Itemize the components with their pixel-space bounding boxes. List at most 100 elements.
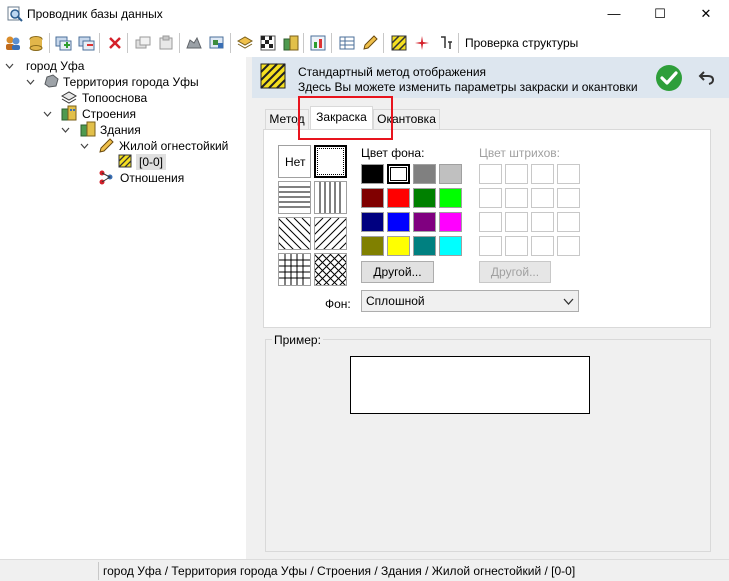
bg-color-swatch[interactable] <box>387 236 410 256</box>
window-title: Проводник базы данных <box>27 7 163 21</box>
marker-icon[interactable] <box>413 34 431 52</box>
hatch-color-swatch <box>505 164 528 184</box>
pattern-diagonal-up-button[interactable] <box>314 217 347 250</box>
bg-color-label: Цвет фона: <box>361 146 425 160</box>
hatch-color-swatch <box>479 188 502 208</box>
map-layer-icon[interactable] <box>208 34 226 52</box>
focus-ring <box>317 148 344 175</box>
hatch-yellow-icon <box>118 154 132 168</box>
layers-icon <box>61 91 77 104</box>
toolbar-separator <box>303 33 304 53</box>
pattern-none-label: Нет <box>285 155 306 169</box>
hatch-color-swatch <box>531 236 554 256</box>
copy-icon[interactable] <box>134 34 152 52</box>
tree-item-topoosnova[interactable]: Топооснова <box>82 90 147 106</box>
collapse-chevron-icon[interactable] <box>80 142 89 151</box>
bg-color-swatch[interactable] <box>361 212 384 232</box>
tree-item-zhiloy[interactable]: Жилой огнестойкий <box>119 138 228 154</box>
bg-color-swatch[interactable] <box>361 164 384 184</box>
chart-icon[interactable] <box>309 34 327 52</box>
minimize-button[interactable]: — <box>591 0 637 29</box>
hatch-style-icon <box>260 63 286 89</box>
buildings-icon <box>61 105 77 121</box>
bg-color-swatch[interactable] <box>387 188 410 208</box>
collapse-chevron-icon[interactable] <box>61 126 70 135</box>
hatch-color-swatch <box>557 164 580 184</box>
bg-color-swatch[interactable] <box>413 212 436 232</box>
bg-color-swatch[interactable] <box>439 236 462 256</box>
add-layer-icon[interactable] <box>54 34 72 52</box>
collapse-chevron-icon[interactable] <box>5 62 14 71</box>
title-bar: Проводник базы данных — ☐ ✕ <box>0 0 729 29</box>
layers-icon[interactable] <box>236 34 254 52</box>
paste-icon[interactable] <box>157 34 175 52</box>
tab-highlight-annotation <box>298 96 393 140</box>
bg-color-swatch[interactable] <box>413 236 436 256</box>
hatch-color-swatch <box>531 164 554 184</box>
pattern-grid-button[interactable] <box>278 253 311 286</box>
hatch-color-swatch <box>557 188 580 208</box>
background-select[interactable]: Сплошной <box>361 290 579 312</box>
checker-icon[interactable] <box>259 34 277 52</box>
table-icon[interactable] <box>338 34 356 52</box>
bg-color-swatch[interactable] <box>439 212 462 232</box>
apply-check-icon[interactable] <box>655 64 683 92</box>
hatch-color-swatch <box>479 164 502 184</box>
tree-item-territory[interactable]: Территория города Уфы <box>63 74 199 90</box>
pattern-none-button[interactable]: Нет <box>278 145 311 178</box>
remove-layer-icon[interactable] <box>77 34 95 52</box>
app-search-icon <box>7 6 23 22</box>
bg-color-swatch[interactable] <box>361 236 384 256</box>
collapse-chevron-icon[interactable] <box>26 78 35 87</box>
bg-color-swatch[interactable] <box>387 212 410 232</box>
toolbar-separator <box>383 33 384 53</box>
territory-icon <box>44 74 59 88</box>
tree-item-gorod-ufa[interactable]: город Уфа <box>26 58 84 74</box>
status-bar: город Уфа / Территория города Уфы / Стро… <box>0 559 729 581</box>
buildings-icon[interactable] <box>282 34 300 52</box>
relations-icon <box>99 170 113 185</box>
terrain-icon[interactable] <box>185 34 203 52</box>
hatch-icon[interactable] <box>390 34 408 52</box>
text-tool-icon[interactable] <box>436 34 454 52</box>
hatch-color-swatch <box>531 188 554 208</box>
example-label: Пример: <box>272 333 323 347</box>
bg-color-swatch[interactable] <box>361 188 384 208</box>
bg-color-swatch[interactable] <box>387 164 410 184</box>
check-structure-button[interactable]: Проверка структуры <box>465 36 578 50</box>
pencil-icon <box>99 138 114 153</box>
database-icon[interactable] <box>27 34 45 52</box>
tree-item-0-0[interactable]: [0-0] <box>136 154 167 170</box>
tree-item-stroeniya[interactable]: Строения <box>82 106 136 122</box>
close-button[interactable]: ✕ <box>683 0 729 29</box>
toolbar-separator <box>99 33 100 53</box>
pattern-solid-button[interactable] <box>314 145 347 178</box>
status-divider <box>98 562 99 580</box>
pattern-horizontal-button[interactable] <box>278 181 311 214</box>
bg-color-swatch[interactable] <box>413 164 436 184</box>
toolbar-separator <box>179 33 180 53</box>
other-bg-color-button[interactable]: Другой... <box>361 261 434 283</box>
hatch-color-swatch <box>557 236 580 256</box>
other-hatch-color-button: Другой... <box>479 261 551 283</box>
delete-icon[interactable] <box>106 34 124 52</box>
tree-item-otnosheniya[interactable]: Отношения <box>120 170 184 186</box>
bg-color-swatch[interactable] <box>413 188 436 208</box>
background-label: Фон: <box>325 297 351 311</box>
bg-color-swatch[interactable] <box>439 188 462 208</box>
collapse-chevron-icon[interactable] <box>43 110 52 119</box>
pattern-crosshatch-button[interactable] <box>314 253 347 286</box>
buildings-icon <box>80 121 96 137</box>
users-icon[interactable] <box>4 34 22 52</box>
example-preview <box>350 356 590 414</box>
toolbar-separator <box>230 33 231 53</box>
edit-icon[interactable] <box>361 34 379 52</box>
bg-color-swatch[interactable] <box>439 164 462 184</box>
tree-item-zdaniya[interactable]: Здания <box>100 122 141 138</box>
undo-icon[interactable] <box>698 68 716 86</box>
maximize-button[interactable]: ☐ <box>637 0 683 29</box>
pattern-vertical-button[interactable] <box>314 181 347 214</box>
toolbar-separator <box>458 33 459 53</box>
pattern-diagonal-down-button[interactable] <box>278 217 311 250</box>
hatch-color-swatch <box>479 212 502 232</box>
